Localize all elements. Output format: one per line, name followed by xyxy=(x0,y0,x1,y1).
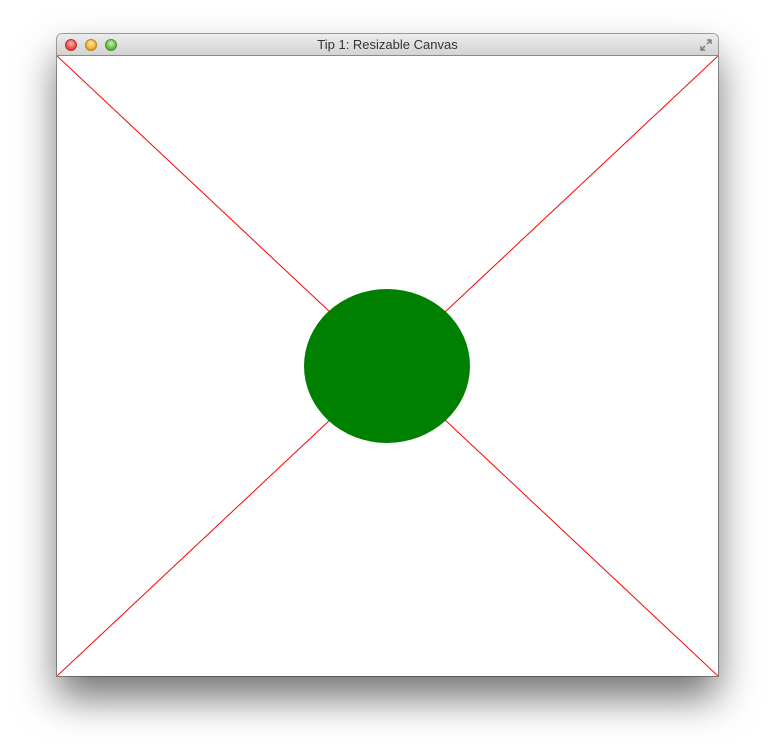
app-window: Tip 1: Resizable Canvas xyxy=(57,34,718,676)
drawing-canvas[interactable] xyxy=(57,55,718,676)
canvas-drawing xyxy=(57,55,718,676)
green-circle xyxy=(304,289,470,443)
fullscreen-icon[interactable] xyxy=(699,38,713,52)
title-bar[interactable]: Tip 1: Resizable Canvas xyxy=(57,34,718,56)
window-title: Tip 1: Resizable Canvas xyxy=(317,37,458,52)
